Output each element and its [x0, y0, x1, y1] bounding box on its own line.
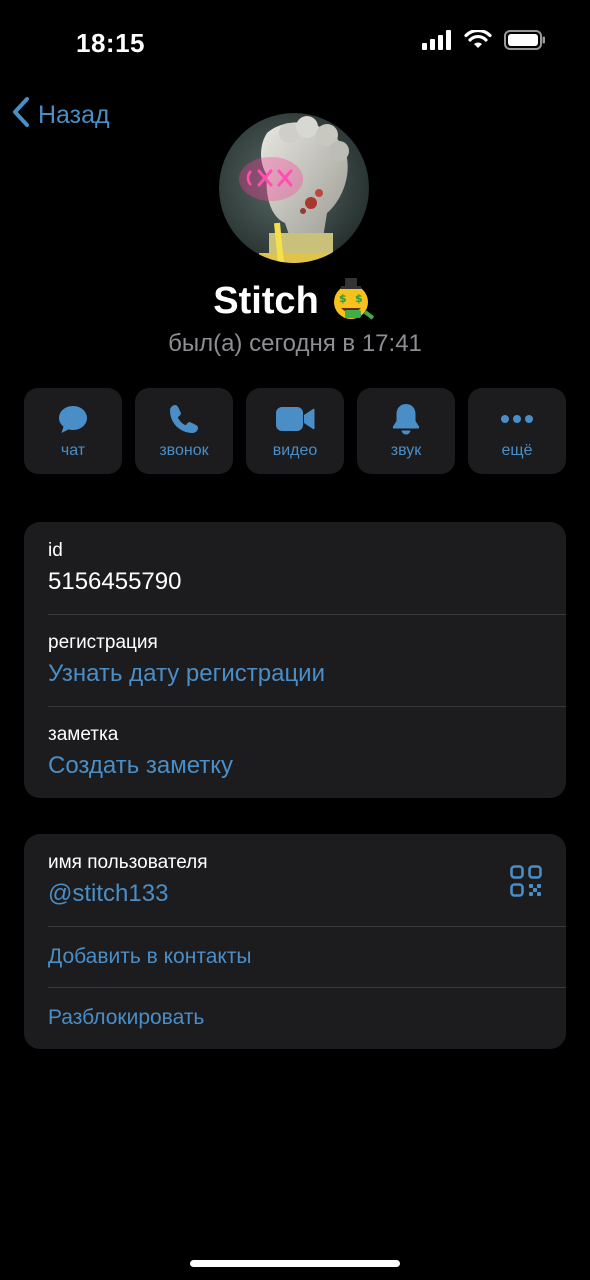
- qr-code-icon[interactable]: [510, 865, 542, 902]
- actions-bar: чат звонок видео звук ещё: [24, 388, 566, 474]
- note-label: заметка: [48, 724, 119, 745]
- video-camera-icon: [275, 402, 315, 436]
- status-time: 18:15: [76, 28, 145, 58]
- avatar[interactable]: [219, 113, 369, 263]
- video-label: видео: [272, 442, 318, 459]
- id-row[interactable]: id 5156455790: [24, 522, 566, 614]
- wifi-icon: [464, 28, 492, 55]
- create-note-link[interactable]: Создать заметку: [48, 752, 566, 780]
- call-label: звонок: [159, 442, 209, 459]
- registration-link[interactable]: Узнать дату регистрации: [48, 660, 566, 688]
- back-label: Назад: [38, 101, 110, 129]
- more-label: ещё: [501, 442, 533, 459]
- profile-last-seen: был(а) сегодня в 17:41: [168, 330, 422, 357]
- chat-label: чат: [60, 442, 86, 459]
- svg-text:$: $: [355, 292, 363, 305]
- profile-name: Stitch: [213, 280, 319, 322]
- unblock-row[interactable]: Разблокировать: [24, 987, 566, 1048]
- chat-button[interactable]: чат: [24, 388, 122, 474]
- id-value: 5156455790: [48, 568, 182, 595]
- profile-name-row: Stitch $ $: [0, 278, 590, 325]
- username-row[interactable]: имя пользователя @stitch133: [24, 834, 566, 926]
- home-indicator[interactable]: [190, 1260, 400, 1267]
- video-button[interactable]: видео: [246, 388, 344, 474]
- more-dots-icon: [500, 402, 534, 436]
- user-card: имя пользователя @stitch133 Добавить в к…: [24, 834, 566, 1049]
- bell-icon: [391, 402, 421, 436]
- unblock-link[interactable]: Разблокировать: [48, 1006, 204, 1030]
- chevron-left-icon: [12, 96, 30, 135]
- add-contact-link[interactable]: Добавить в контакты: [48, 945, 252, 969]
- registration-label: регистрация: [48, 632, 158, 653]
- money-face-emoji-icon: $ $: [327, 278, 377, 325]
- battery-icon: [504, 30, 546, 55]
- chat-bubble-icon: [57, 402, 89, 436]
- back-button[interactable]: Назад: [12, 96, 110, 135]
- call-button[interactable]: звонок: [135, 388, 233, 474]
- note-row[interactable]: заметка Создать заметку: [24, 706, 566, 798]
- status-icons: [422, 28, 546, 55]
- id-label: id: [48, 540, 63, 561]
- phone-icon: [168, 402, 200, 436]
- svg-text:$: $: [339, 292, 347, 305]
- sound-button[interactable]: звук: [357, 388, 455, 474]
- avatar-image: [219, 113, 369, 263]
- add-contact-row[interactable]: Добавить в контакты: [24, 926, 566, 987]
- cellular-signal-icon: [422, 30, 452, 55]
- more-button[interactable]: ещё: [468, 388, 566, 474]
- sound-label: звук: [390, 442, 422, 459]
- username-value[interactable]: @stitch133: [48, 880, 566, 908]
- username-label: имя пользователя: [48, 852, 208, 873]
- status-bar: 18:15: [0, 0, 590, 90]
- info-card: id 5156455790 регистрация Узнать дату ре…: [24, 522, 566, 798]
- registration-row[interactable]: регистрация Узнать дату регистрации: [24, 614, 566, 706]
